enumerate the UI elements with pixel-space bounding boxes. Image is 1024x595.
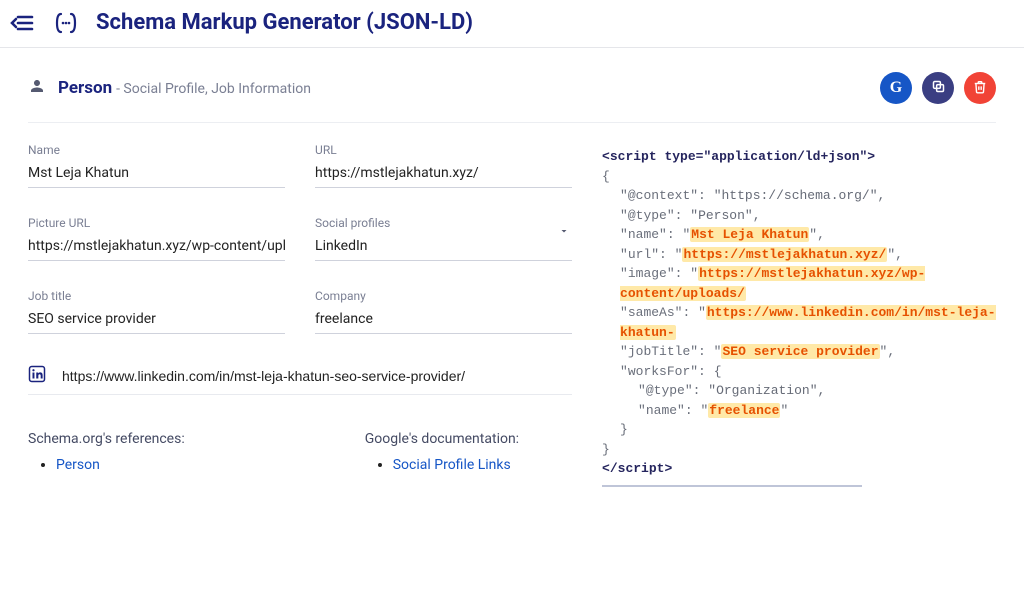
company-input[interactable] <box>315 307 572 334</box>
picture-url-label: Picture URL <box>28 216 285 230</box>
schema-person-link[interactable]: Person <box>56 457 100 473</box>
social-profiles-select[interactable] <box>315 234 572 261</box>
code-line: "jobTitle": <box>620 344 706 359</box>
linkedin-icon <box>28 365 46 387</box>
code-line: "@context": <box>620 188 706 203</box>
url-input[interactable] <box>315 161 572 188</box>
code-val: "Person", <box>690 208 760 223</box>
code-brace: } <box>620 422 628 437</box>
app-header: Schema Markup Generator (JSON-LD) <box>0 0 1024 48</box>
code-val: { <box>714 364 722 379</box>
code-brace: } <box>602 442 610 457</box>
form-column: Name URL Picture URL Social profiles <box>28 143 572 487</box>
name-input[interactable] <box>28 161 285 188</box>
code-hl: https://mstlejakhatun.xyz/ <box>682 247 887 262</box>
code-hl: SEO service provider <box>721 344 879 359</box>
code-val: "Organization", <box>708 383 825 398</box>
code-line: "image": <box>620 266 682 281</box>
social-profiles-label: Social profiles <box>315 216 572 230</box>
code-preview: <script type="application/ld+json"> { "@… <box>602 143 996 487</box>
code-line: "name": <box>620 227 675 242</box>
page-title: Schema Markup Generator (JSON-LD) <box>96 10 473 35</box>
code-line: "worksFor": <box>620 364 706 379</box>
job-title-input[interactable] <box>28 307 285 334</box>
schema-type-title: Person <box>58 78 112 98</box>
code-line: "@type": <box>638 383 700 398</box>
name-label: Name <box>28 143 285 157</box>
test-google-button[interactable]: G <box>880 72 912 104</box>
brand-logo-icon <box>52 11 80 35</box>
google-g-icon: G <box>890 79 902 97</box>
google-docs-title: Google's documentation: <box>365 431 519 447</box>
code-hl: freelance <box>708 403 780 418</box>
person-icon <box>28 77 46 99</box>
company-label: Company <box>315 289 572 303</box>
code-brace: { <box>602 169 610 184</box>
code-underline <box>602 485 862 487</box>
code-line: "@type": <box>620 208 682 223</box>
picture-url-input[interactable] <box>28 234 285 261</box>
copy-icon <box>931 79 946 98</box>
code-hl: Mst Leja Khatun <box>690 227 809 242</box>
code-val: "https://schema.org/", <box>714 188 886 203</box>
copy-button[interactable] <box>922 72 954 104</box>
back-icon[interactable] <box>10 12 36 34</box>
social-url-input[interactable] <box>62 364 572 388</box>
code-script-open: <script type="application/ld+json"> <box>602 149 875 164</box>
schema-type-desc: - Social Profile, Job Information <box>116 81 311 97</box>
url-label: URL <box>315 143 572 157</box>
action-buttons: G <box>880 72 996 104</box>
delete-button[interactable] <box>964 72 996 104</box>
schema-refs-title: Schema.org's references: <box>28 431 185 447</box>
code-line: "sameAs": <box>620 305 690 320</box>
job-title-label: Job title <box>28 289 285 303</box>
code-line: "url": <box>620 247 667 262</box>
code-line: "name": <box>638 403 693 418</box>
code-script-close: </script> <box>602 461 672 476</box>
section-header: Person - Social Profile, Job Information… <box>28 72 996 123</box>
trash-icon <box>973 79 987 98</box>
google-social-link[interactable]: Social Profile Links <box>393 457 511 473</box>
